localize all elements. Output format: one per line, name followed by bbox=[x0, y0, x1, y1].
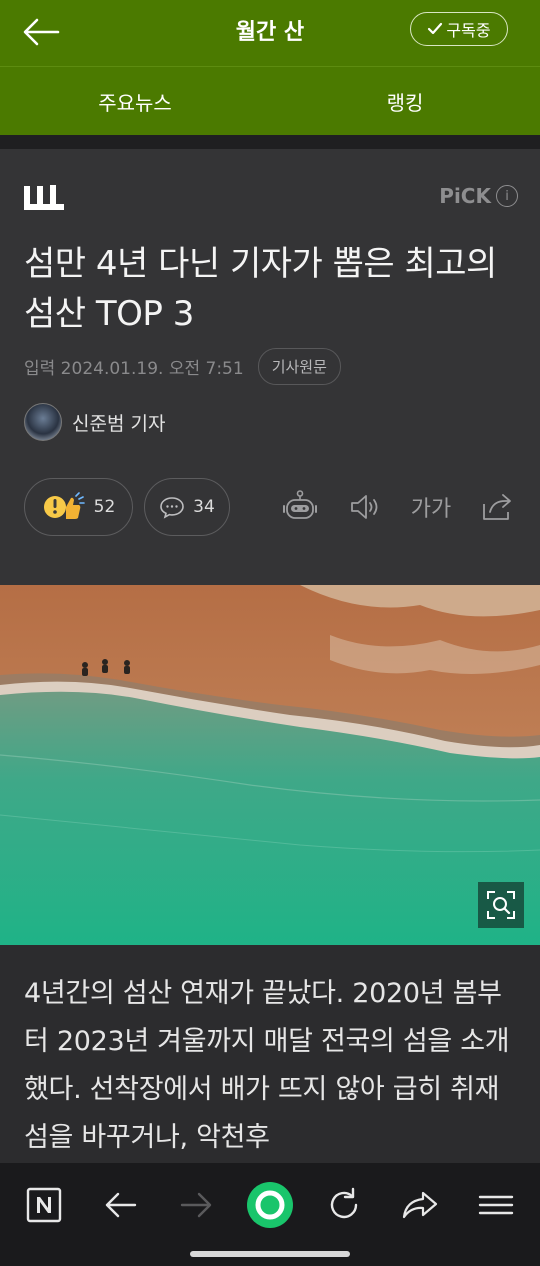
speaker-icon bbox=[351, 495, 378, 519]
refresh-icon bbox=[330, 1187, 358, 1219]
top-app-bar: 월간 산 구독중 bbox=[0, 0, 540, 67]
image-zoom-button[interactable] bbox=[478, 882, 524, 928]
publish-date: 입력 2024.01.19. 오전 7:51 bbox=[24, 359, 244, 379]
home-icon bbox=[247, 1182, 293, 1228]
menu-icon bbox=[478, 1195, 514, 1215]
robot-summary-icon bbox=[283, 490, 317, 519]
share-icon bbox=[483, 494, 511, 520]
refresh-button[interactable] bbox=[318, 1179, 370, 1231]
article-header: 산 PiCK i 섬만 4년 다닌 기자가 뽑은 최고의 섬산 TOP 3 입력… bbox=[0, 149, 540, 585]
font-size-button[interactable]: 가가 bbox=[408, 486, 454, 528]
article-photo[interactable] bbox=[0, 585, 540, 945]
article-body: 4년간의 섬산 연재가 끝났다. 2020년 봄부터 2023년 겨울까지 매달… bbox=[24, 978, 510, 1153]
zoom-icon bbox=[487, 891, 515, 919]
menu-button[interactable] bbox=[470, 1179, 522, 1231]
browser-back-button[interactable] bbox=[95, 1179, 147, 1231]
original-article-button[interactable]: 기사원문 bbox=[257, 348, 341, 385]
subscribe-label: 구독중 bbox=[446, 21, 491, 40]
article-headline: 섬만 4년 다닌 기자가 뽑은 최고의 섬산 TOP 3 bbox=[24, 244, 497, 334]
author-name: 신준범 기자 bbox=[72, 412, 166, 435]
home-button[interactable] bbox=[244, 1179, 296, 1231]
press-logo[interactable]: 산 bbox=[24, 184, 64, 215]
reaction-emoji-icon bbox=[43, 492, 85, 519]
naver-n-button[interactable] bbox=[18, 1179, 70, 1231]
avatar bbox=[24, 403, 62, 441]
comment-icon bbox=[160, 497, 184, 519]
check-icon bbox=[428, 22, 443, 35]
beach-aerial-image bbox=[0, 585, 540, 945]
browser-forward-icon bbox=[180, 1192, 212, 1218]
browser-back-icon bbox=[105, 1192, 137, 1218]
comment-count: 34 bbox=[193, 497, 215, 517]
naver-n-icon bbox=[26, 1187, 62, 1223]
reaction-count: 52 bbox=[93, 497, 116, 517]
article-actions: 52 34 가가 bbox=[24, 478, 518, 536]
author-link[interactable]: 신준범 기자 bbox=[24, 403, 165, 441]
tab-bar: 주요뉴스 랭킹 bbox=[0, 67, 540, 135]
reaction-button[interactable]: 52 bbox=[24, 478, 133, 536]
tab-ranking[interactable]: 랭킹 bbox=[270, 67, 540, 135]
tab-main-news[interactable]: 주요뉴스 bbox=[0, 67, 270, 135]
section-divider bbox=[0, 135, 540, 149]
font-size-icon: 가가 bbox=[410, 497, 452, 522]
browser-share-button[interactable] bbox=[394, 1179, 446, 1231]
info-icon: i bbox=[496, 185, 518, 207]
share-button[interactable] bbox=[476, 486, 518, 528]
subscribe-button[interactable]: 구독중 bbox=[410, 12, 508, 46]
text-to-speech-button[interactable] bbox=[344, 486, 386, 528]
back-button[interactable] bbox=[16, 10, 66, 54]
comment-button[interactable]: 34 bbox=[144, 478, 230, 536]
browser-forward-button[interactable] bbox=[170, 1179, 222, 1231]
article-meta: 입력 2024.01.19. 오전 7:51 기사원문 bbox=[24, 348, 341, 385]
browser-share-icon bbox=[402, 1191, 438, 1219]
pick-badge[interactable]: PiCK i bbox=[439, 184, 518, 208]
pick-label: PiCK bbox=[439, 184, 491, 208]
back-arrow-icon bbox=[23, 18, 60, 46]
home-indicator bbox=[190, 1251, 350, 1257]
summary-button[interactable] bbox=[279, 486, 321, 528]
